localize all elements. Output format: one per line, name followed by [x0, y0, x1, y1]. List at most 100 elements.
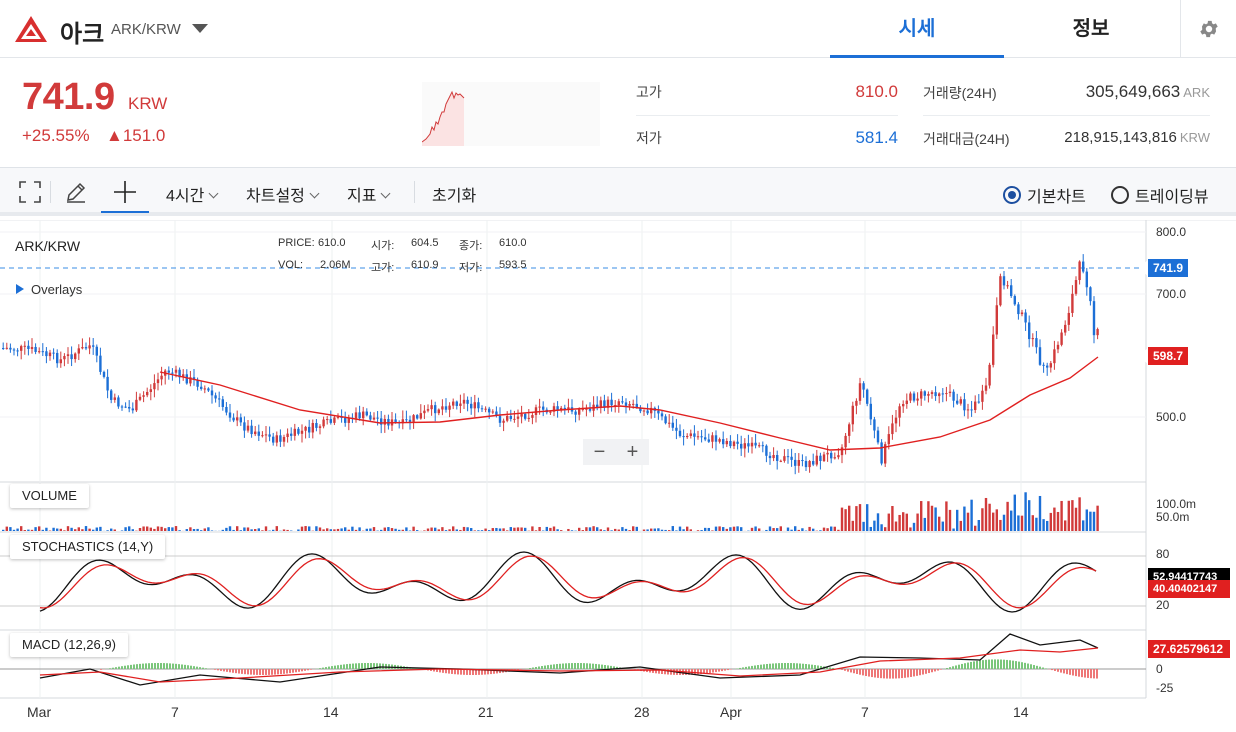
volume-bar [851, 520, 854, 531]
volume-bar [837, 529, 840, 531]
macd-histogram-bar [769, 663, 771, 669]
volume-bar [974, 525, 977, 531]
zoom-in-button[interactable]: + [616, 439, 649, 465]
candle-body [1053, 349, 1056, 364]
settings-button[interactable] [1180, 0, 1236, 58]
candle-body [88, 345, 91, 349]
price-axis-tick: 500.0 [1156, 410, 1187, 424]
candle-body [927, 393, 930, 396]
candle-body [225, 406, 228, 413]
macd-histogram-bar [187, 665, 189, 669]
candle-body [729, 440, 732, 447]
macd-histogram-bar [334, 665, 336, 669]
volume-bar [380, 529, 383, 531]
macd-histogram-bar [754, 665, 756, 669]
candlestick-chart[interactable] [0, 220, 1236, 732]
macd-histogram-bar [130, 664, 132, 669]
volume-bar [516, 527, 520, 531]
macd-histogram-bar [238, 669, 240, 674]
macd-histogram-bar [973, 661, 975, 669]
macd-histogram-bar [595, 663, 597, 669]
candle-body [1013, 296, 1016, 305]
tab-price[interactable]: 시세 [830, 0, 1004, 58]
candle-body [696, 436, 700, 438]
draw-tool-button[interactable] [62, 178, 90, 206]
candle-body [999, 276, 1002, 306]
volume-bar [858, 504, 862, 531]
chart-settings-dropdown[interactable]: 차트설정 [246, 182, 320, 206]
macd-histogram-bar [532, 667, 534, 669]
macd-histogram-bar [598, 664, 600, 669]
candle-body [412, 415, 415, 422]
candle-body [448, 405, 451, 410]
candle-body [894, 417, 898, 424]
indicators-dropdown[interactable]: 지표 [347, 182, 391, 206]
vol-value: 2.06M [320, 259, 351, 271]
candle-body [675, 427, 678, 431]
coin-name: 아크 [60, 21, 105, 48]
candle-body [797, 460, 800, 466]
overlays-toggle[interactable]: Overlays [16, 282, 82, 297]
volume-bar [1042, 519, 1045, 531]
volume-bar [995, 509, 998, 531]
basic-chart-radio[interactable]: 기본차트 [1003, 183, 1086, 207]
volume-bar [1053, 507, 1056, 531]
macd-histogram-bar [229, 669, 231, 673]
price-chart-area[interactable]: ARK/KRW PRICE: 610.0 시가: 604.5 종가: 610.0… [0, 220, 1236, 732]
crosshair-button[interactable] [111, 178, 139, 206]
stoch-axis-tick: 80 [1156, 547, 1170, 561]
candle-body [671, 422, 674, 428]
reset-button[interactable]: 초기화 [432, 182, 476, 206]
fullscreen-button[interactable] [16, 178, 44, 206]
candle-body [776, 455, 779, 461]
volume-axis-tick: 100.0m [1156, 497, 1197, 511]
candle-body [459, 403, 462, 406]
candle-body [1089, 287, 1092, 302]
volume-bar [228, 526, 232, 531]
candle-body [261, 435, 264, 437]
macd-histogram-bar [856, 669, 858, 674]
candle-body [286, 433, 289, 438]
macd-histogram-bar [736, 668, 738, 669]
volume-bar [63, 530, 66, 531]
macd-histogram-bar [574, 663, 576, 669]
candle-body [981, 390, 984, 402]
volume-bar [1089, 511, 1092, 531]
volume-bar [592, 526, 595, 531]
macd-histogram-bar [841, 669, 843, 670]
candle-body [120, 406, 124, 408]
candle-body [966, 409, 970, 411]
volume-bar [797, 529, 800, 531]
candle-body [1035, 338, 1038, 348]
macd-histogram-bar [259, 669, 261, 675]
tab-info[interactable]: 정보 [1004, 0, 1178, 58]
macd-histogram-bar [1042, 667, 1044, 669]
candle-body [574, 411, 577, 415]
macd-histogram-bar [742, 667, 744, 669]
candle-body [747, 443, 750, 447]
macd-histogram-bar [883, 669, 885, 679]
volume-bar [178, 530, 181, 531]
high-price-label: 고가 [636, 84, 662, 100]
macd-histogram-bar [196, 666, 198, 669]
volume-bar [722, 527, 725, 531]
volume-bar [963, 506, 966, 531]
zoom-out-button[interactable]: − [583, 439, 616, 465]
candle-body [704, 437, 707, 440]
macd-histogram-bar [694, 669, 696, 675]
volume-bar [462, 526, 466, 531]
candle-body [916, 398, 919, 401]
trading-view-radio[interactable]: 트레이딩뷰 [1111, 183, 1209, 207]
interval-dropdown[interactable]: 4시간 [166, 182, 219, 206]
macd-histogram-bar [991, 659, 993, 669]
zoom-controls: − + [583, 439, 649, 465]
candle-body [138, 396, 142, 400]
volume-bar [369, 528, 372, 531]
candle-body [336, 416, 340, 418]
candle-body [423, 410, 426, 414]
macd-histogram-bar [175, 663, 177, 669]
coin-select-chevron-down-icon[interactable] [192, 24, 208, 33]
candle-body [92, 345, 95, 347]
macd-histogram-bar [283, 669, 285, 674]
candle-body [376, 417, 379, 419]
